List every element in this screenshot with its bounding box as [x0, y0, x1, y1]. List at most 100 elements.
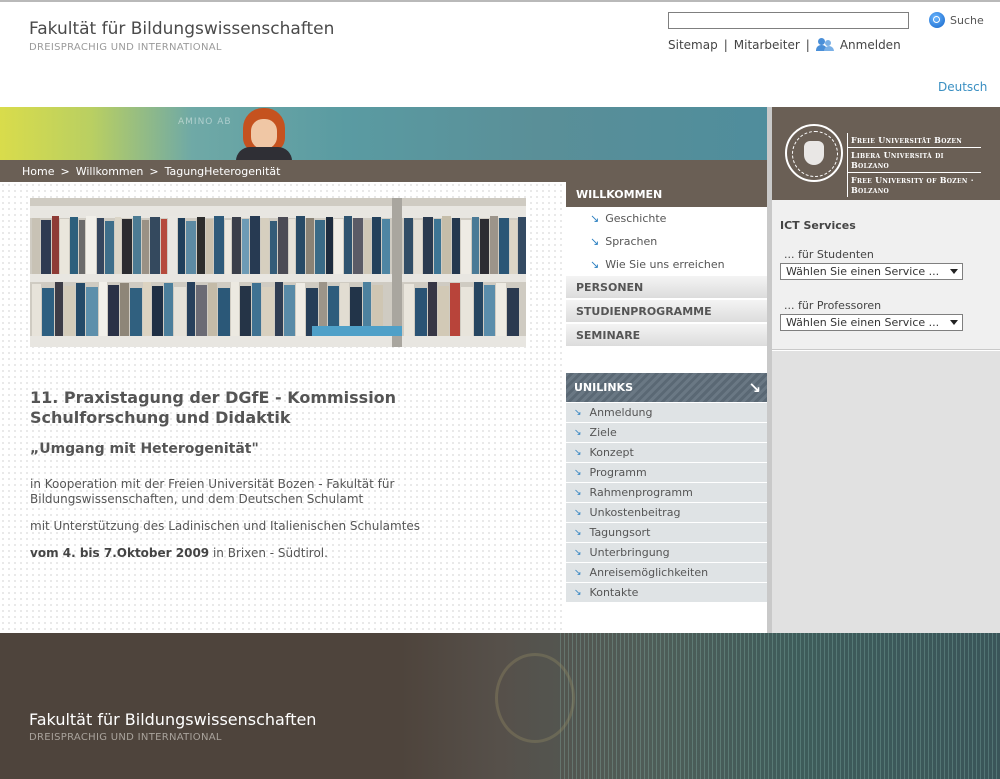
language-selector[interactable]: Deutsch — [938, 80, 987, 94]
unilink-label: Anmeldung — [589, 406, 653, 419]
nav-section-studienprogramme[interactable]: STUDIENPROGRAMME — [566, 300, 767, 322]
staff-link[interactable]: Mitarbeiter — [734, 38, 800, 52]
unilink-kontakte[interactable]: ↘ Kontakte — [566, 583, 767, 602]
breadcrumb-current: TagungHeterogenität — [164, 164, 281, 178]
search-button[interactable]: Suche — [929, 12, 984, 28]
unilink-tagungsort[interactable]: ↘ Tagungsort — [566, 523, 767, 542]
unilink-label: Ziele — [589, 426, 617, 439]
university-name-en: Free University of Bozen · Bolzano — [851, 175, 974, 195]
login-link[interactable]: Anmelden — [840, 38, 901, 52]
unilink-label: Tagungsort — [589, 526, 651, 539]
dropdown-caret-icon — [950, 320, 958, 325]
banner-board-text: AMINO AB — [178, 117, 232, 127]
date-bold: vom 4. bis 7.Oktober 2009 — [30, 546, 210, 560]
arrow-icon: ↘ — [574, 487, 582, 498]
arrow-icon: ↘ — [574, 547, 582, 558]
main-content: 11. Praxistagung der DGfE - Kommission S… — [0, 182, 566, 633]
breadcrumb-willkommen[interactable]: Willkommen — [76, 165, 144, 178]
unilinks-header[interactable]: UNILINKS ↘ — [566, 373, 767, 402]
ict-services-title: ICT Services — [780, 219, 856, 232]
support-text: mit Unterstützung des Ladinischen und It… — [30, 519, 421, 533]
unilinks-list: ↘ Anmeldung ↘ Ziele ↘ Konzept ↘ Programm ↘ Ra… — [566, 403, 767, 603]
arrow-icon: ↘ — [574, 467, 582, 478]
footer-subtitle: DREISPRACHIG UND INTERNATIONAL — [29, 732, 222, 743]
university-name-de: Freie Universität Bozen — [848, 133, 981, 148]
university-names: Freie Universität Bozen Libera Universit… — [847, 133, 981, 197]
breadcrumb-separator: > — [60, 164, 70, 178]
nav-section-personen[interactable]: PERSONEN — [566, 276, 767, 298]
dropdown-caret-icon — [950, 269, 958, 274]
search-input[interactable] — [668, 12, 909, 29]
arrow-icon: ↘ — [590, 212, 600, 225]
unilink-rahmenprogramm[interactable]: ↘ Rahmenprogramm — [566, 483, 767, 502]
faculty-title[interactable]: Fakultät für Bildungswissenschaften — [29, 19, 334, 39]
top-border — [0, 0, 1000, 2]
unilink-label: Rahmenprogramm — [589, 486, 693, 499]
date-text: vom 4. bis 7.Oktober 2009 in Brixen - Sü… — [30, 546, 328, 560]
top-links: Sitemap | Mitarbeiter | Anmelden — [668, 38, 901, 52]
students-service-select[interactable]: Wählen Sie einen Service ... — [780, 263, 963, 280]
arrow-icon: ↘ — [574, 427, 582, 438]
people-icon[interactable] — [815, 38, 834, 52]
breadcrumb: Home > Willkommen > TagungHeterogenität — [0, 160, 768, 182]
nav-item-erreichen[interactable]: ↘ Wie Sie uns erreichen — [566, 253, 767, 276]
page-subtitle: „Umgang mit Heterogenität" — [30, 441, 259, 457]
unilink-label: Konzept — [589, 446, 634, 459]
unilink-label: Anreisemöglichkeiten — [589, 566, 709, 579]
faculty-subtitle: DREISPRACHIG UND INTERNATIONAL — [29, 42, 222, 53]
breadcrumb-separator: > — [149, 164, 159, 178]
breadcrumb-home[interactable]: Home — [22, 165, 54, 178]
university-logo[interactable]: Freie Universität Bozen Libera Universit… — [772, 107, 1000, 200]
unilink-label: Programm — [589, 466, 647, 479]
nav-item-label: Wie Sie uns erreichen — [605, 258, 725, 271]
unilink-konzept[interactable]: ↘ Konzept — [566, 443, 767, 462]
sitemap-link[interactable]: Sitemap — [668, 38, 718, 52]
section-navigation: WILLKOMMEN ↘ Geschichte ↘ Sprachen ↘ Wie Si… — [566, 182, 767, 633]
ict-services-panel: ICT Services ... für Studenten Wählen Si… — [772, 200, 1000, 350]
unilink-unterbringung[interactable]: ↘ Unterbringung — [566, 543, 767, 562]
university-seal-icon — [785, 124, 843, 182]
arrow-icon: ↘ — [590, 258, 600, 271]
university-name-it: Libera Università di Bolzano — [848, 148, 981, 173]
students-select-value: Wählen Sie einen Service ... — [786, 265, 940, 278]
arrow-icon: ↘ — [574, 407, 582, 418]
link-separator: | — [805, 38, 810, 52]
page-title: 11. Praxistagung der DGfE - Kommission S… — [30, 388, 397, 427]
unilink-unkostenbeitrag[interactable]: ↘ Unkostenbeitrag — [566, 503, 767, 522]
unilink-label: Unkostenbeitrag — [589, 506, 681, 519]
nav-item-label: Geschichte — [605, 212, 667, 225]
footer-title: Fakultät für Bildungswissenschaften — [29, 710, 317, 729]
unilink-anmeldung[interactable]: ↘ Anmeldung — [566, 403, 767, 422]
arrow-icon: ↘ — [574, 587, 582, 598]
unilinks-title: UNILINKS — [574, 381, 633, 394]
nav-section-seminare[interactable]: SEMINARE — [566, 324, 767, 346]
unilinks-arrow-icon: ↘ — [748, 378, 761, 397]
nav-item-label: Sprachen — [605, 235, 658, 248]
unilink-ziele[interactable]: ↘ Ziele — [566, 423, 767, 442]
footer: Fakultät für Bildungswissenschaften DREI… — [0, 633, 1000, 779]
professors-select-value: Wählen Sie einen Service ... — [786, 316, 940, 329]
unilink-label: Unterbringung — [589, 546, 670, 559]
nav-willkommen[interactable]: WILLKOMMEN — [566, 182, 767, 207]
arrow-icon: ↘ — [574, 527, 582, 538]
arrow-icon: ↘ — [574, 567, 582, 578]
nav-item-sprachen[interactable]: ↘ Sprachen — [566, 230, 767, 253]
link-separator: | — [723, 38, 728, 52]
right-column-filler — [772, 351, 1000, 633]
header-banner-image: AMINO AB — [0, 107, 768, 160]
cooperation-text: in Kooperation mit der Freien Universitä… — [30, 477, 395, 506]
students-label: ... für Studenten — [784, 248, 874, 261]
unilink-anreise[interactable]: ↘ Anreisemöglichkeiten — [566, 563, 767, 582]
search-label[interactable]: Suche — [950, 14, 984, 27]
professors-label: ... für Professoren — [784, 299, 882, 312]
nav-item-geschichte[interactable]: ↘ Geschichte — [566, 207, 767, 230]
date-location: in Brixen - Südtirol. — [209, 546, 328, 560]
search-icon[interactable] — [929, 12, 945, 28]
unilink-label: Kontakte — [589, 586, 639, 599]
unilink-programm[interactable]: ↘ Programm — [566, 463, 767, 482]
arrow-icon: ↘ — [590, 235, 600, 248]
arrow-icon: ↘ — [574, 447, 582, 458]
professors-service-select[interactable]: Wählen Sie einen Service ... — [780, 314, 963, 331]
bookshelf-image — [30, 198, 526, 347]
arrow-icon: ↘ — [574, 507, 582, 518]
